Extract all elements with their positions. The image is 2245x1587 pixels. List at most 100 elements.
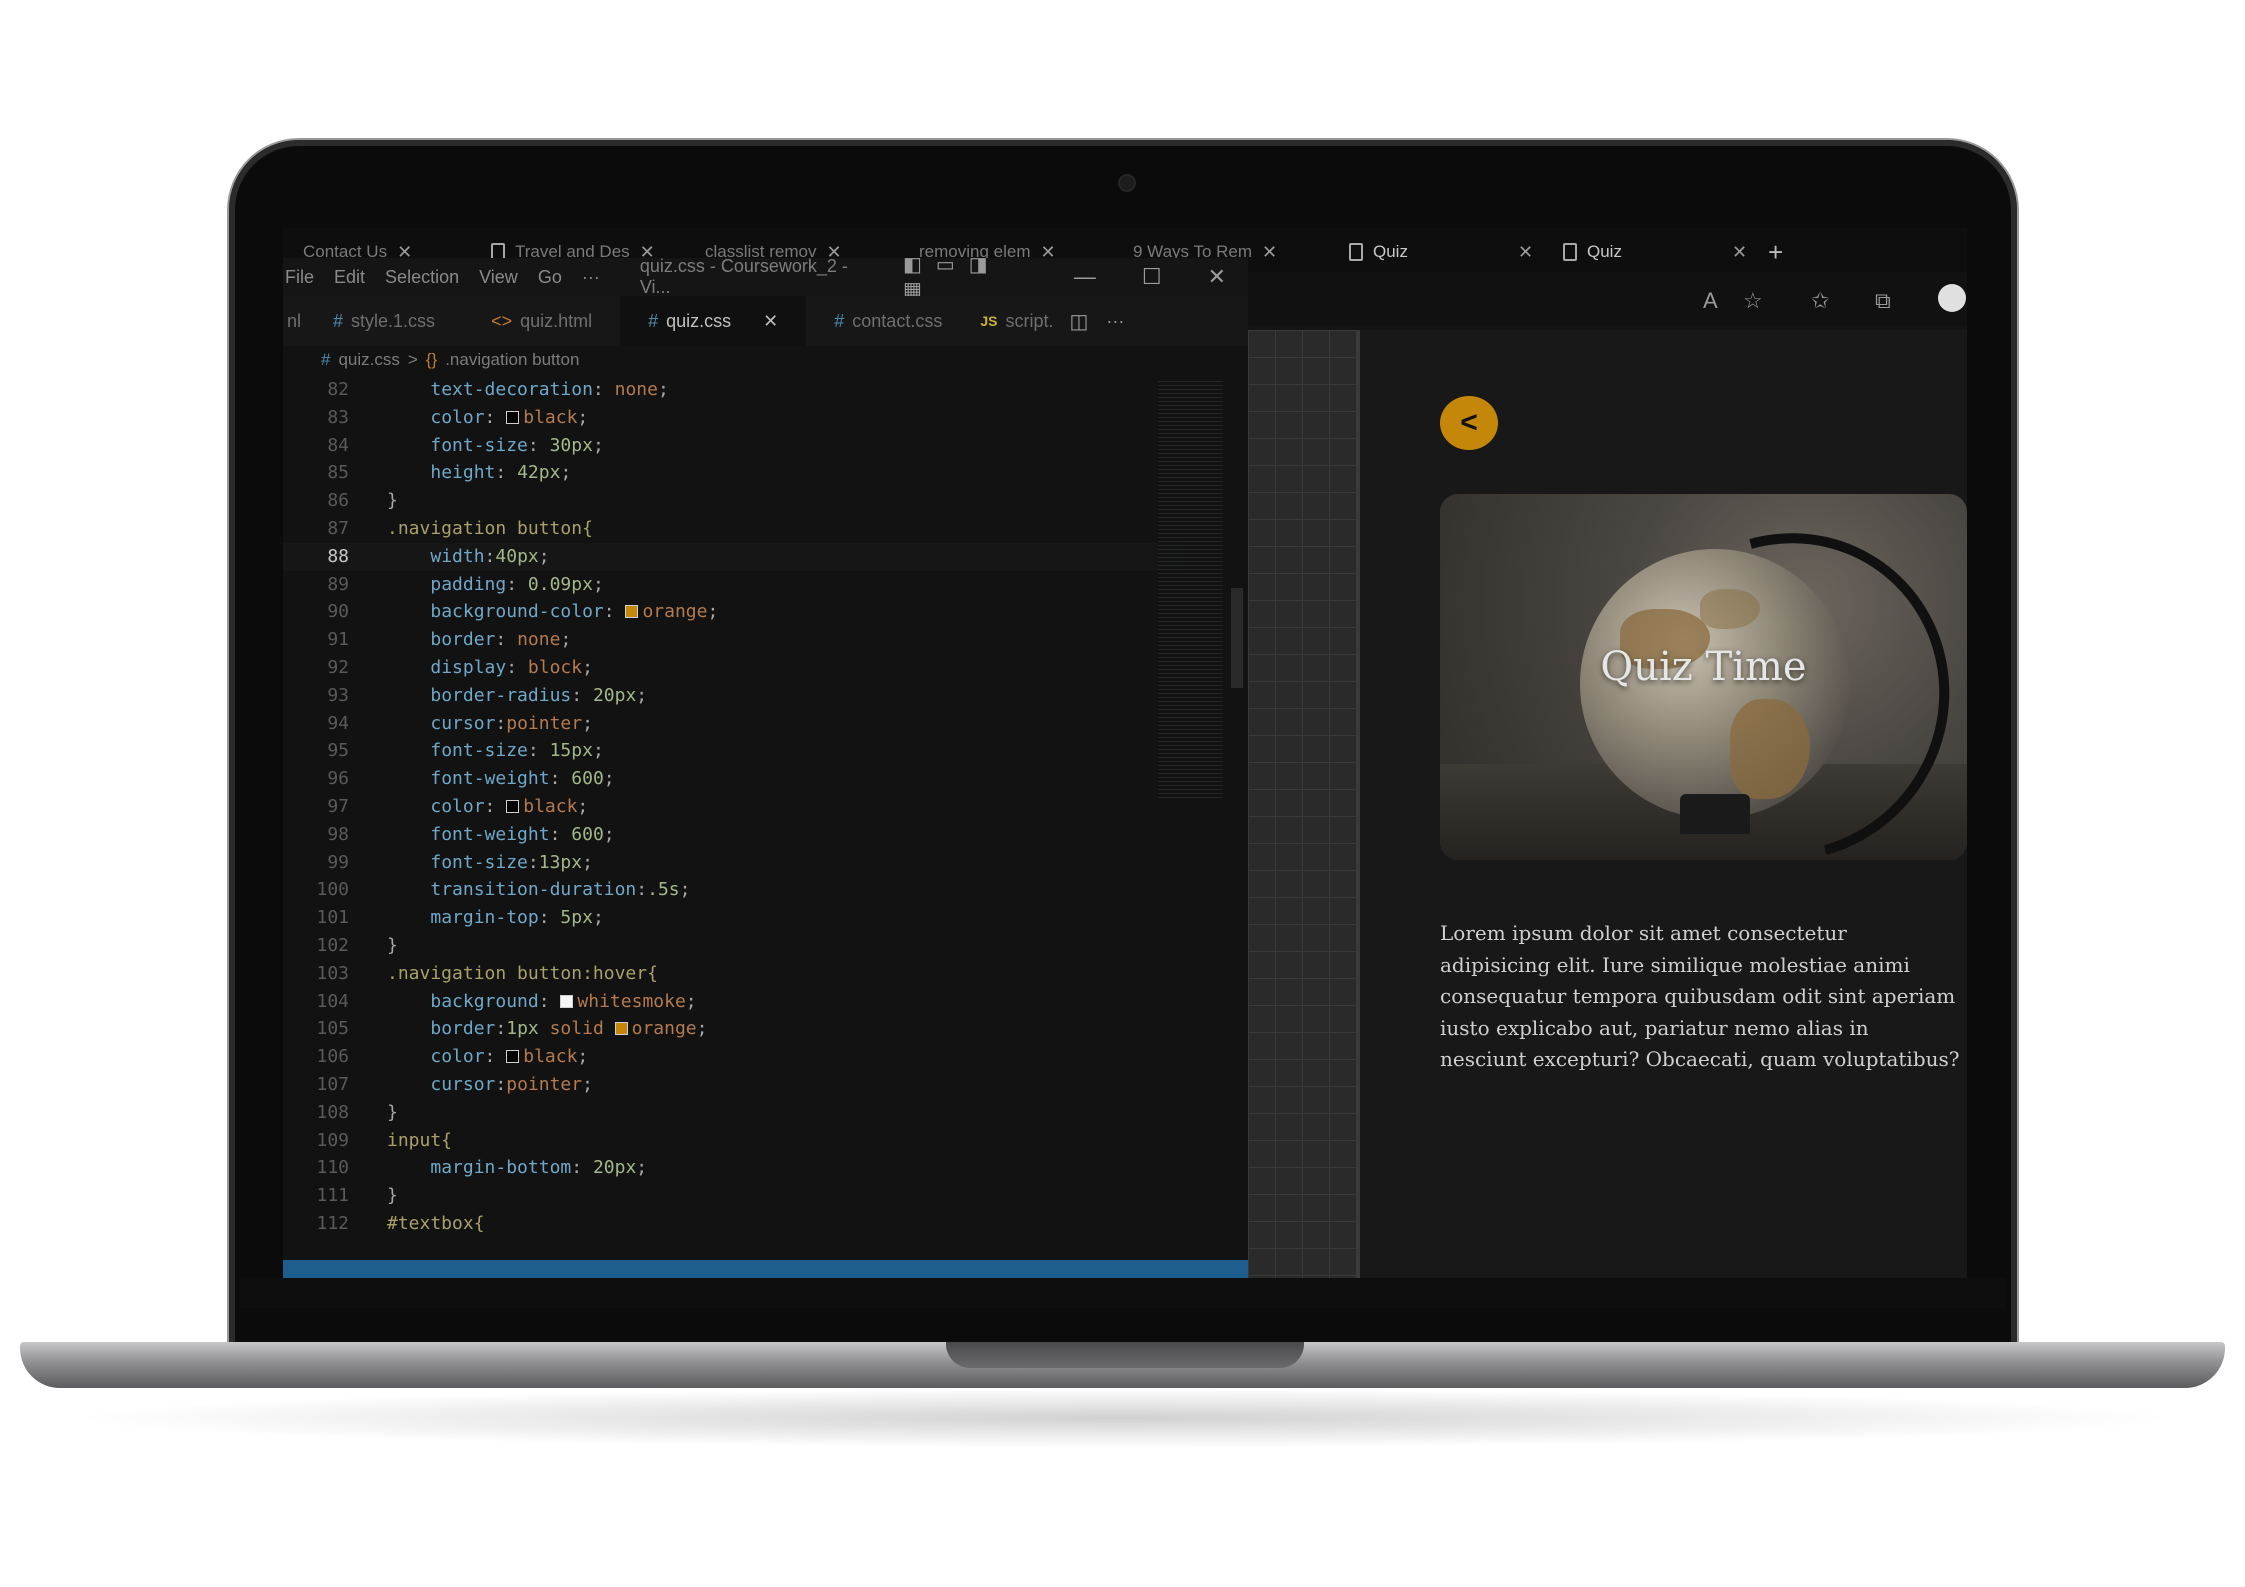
code-text: border:1px solid orange; xyxy=(430,1018,708,1040)
minimap[interactable] xyxy=(1158,378,1223,798)
code-editor[interactable]: 82 text-decoration: none; 83 color: black… xyxy=(283,376,1183,1236)
code-line[interactable]: 86} xyxy=(283,487,1183,515)
line-number: 109 xyxy=(316,1129,349,1151)
line-number: 96 xyxy=(327,768,349,790)
line-number: 106 xyxy=(316,1046,349,1068)
tab-quiz-css[interactable]: # quiz.css ✕ xyxy=(620,296,807,346)
code-line[interactable]: 103 .navigation button:hover{ xyxy=(283,960,1183,988)
code-line[interactable]: 102} xyxy=(283,932,1183,960)
code-line[interactable]: 92 display: block; xyxy=(283,654,1183,682)
line-number: 86 xyxy=(327,490,349,512)
back-button[interactable]: < xyxy=(1440,396,1498,450)
code-line[interactable]: 106 color: black; xyxy=(283,1043,1183,1071)
color-swatch[interactable] xyxy=(506,799,520,813)
line-number: 89 xyxy=(327,573,349,595)
read-aloud-icon[interactable]: A xyxy=(1703,288,1718,314)
code-line[interactable]: 110 margin-bottom: 20px; xyxy=(283,1154,1183,1182)
code-text: display: block; xyxy=(430,656,593,678)
close-icon[interactable]: ✕ xyxy=(1732,242,1747,263)
tab-nl[interactable]: nl xyxy=(283,296,305,346)
code-line[interactable]: 83 color: black; xyxy=(283,404,1183,432)
code-line[interactable]: 97 color: black; xyxy=(283,793,1183,821)
color-swatch[interactable] xyxy=(560,994,574,1008)
close-icon[interactable]: ✕ xyxy=(1262,242,1277,263)
menu-go[interactable]: Go xyxy=(538,267,562,288)
add-favorite-icon[interactable]: ☆ xyxy=(1743,288,1763,314)
close-window-icon[interactable]: ✕ xyxy=(1208,264,1226,290)
code-text: text-decoration: none; xyxy=(430,379,669,400)
code-line[interactable]: 85 height: 42px; xyxy=(283,459,1183,487)
minimize-icon[interactable]: — xyxy=(1074,264,1096,290)
line-number: 90 xyxy=(327,601,349,623)
menu-file[interactable]: File xyxy=(285,267,314,288)
breadcrumb-symbol[interactable]: .navigation button xyxy=(445,350,579,370)
line-number: 88 xyxy=(327,545,349,567)
line-number: 85 xyxy=(327,462,349,484)
code-line[interactable]: 107 cursor:pointer; xyxy=(283,1071,1183,1099)
code-line[interactable]: 88 width:40px; xyxy=(283,542,1183,571)
menu-selection[interactable]: Selection xyxy=(385,267,459,288)
code-line[interactable]: 90 background-color: orange; xyxy=(283,598,1183,626)
code-text: cursor:pointer; xyxy=(430,1073,593,1095)
favorites-icon[interactable]: ✩ xyxy=(1811,288,1829,314)
profile-avatar[interactable] xyxy=(1938,284,1966,312)
code-text: font-size: 15px; xyxy=(430,740,604,762)
symbol-icon: {} xyxy=(425,350,438,369)
collections-icon[interactable]: ⧉ xyxy=(1875,288,1891,314)
color-swatch[interactable] xyxy=(506,410,520,424)
menu-view[interactable]: View xyxy=(479,267,518,288)
new-tab-button[interactable]: + xyxy=(1768,234,1783,270)
editor-scrollbar[interactable] xyxy=(1231,588,1243,688)
line-number: 83 xyxy=(327,406,349,428)
line-number: 82 xyxy=(327,379,349,400)
menu-edit[interactable]: Edit xyxy=(334,267,365,288)
color-swatch[interactable] xyxy=(506,1050,520,1064)
css-file-icon: # xyxy=(333,310,344,331)
tab-quiz-html[interactable]: <> quiz.html xyxy=(463,296,620,346)
color-swatch[interactable] xyxy=(625,605,639,619)
code-text: font-weight: 600; xyxy=(430,768,615,790)
line-number: 91 xyxy=(327,629,349,651)
menu-more[interactable]: ··· xyxy=(582,267,600,288)
layout-icons[interactable]: ◧▭◨ ▦ xyxy=(903,252,1054,302)
browser-tab[interactable]: Quiz ✕ xyxy=(1349,234,1533,270)
code-line[interactable]: 95 font-size: 15px; xyxy=(283,737,1183,765)
code-line[interactable]: 111} xyxy=(283,1182,1183,1210)
browser-tab-active[interactable]: Quiz ✕ xyxy=(1563,234,1747,270)
tab-style-1-css[interactable]: # style.1.css xyxy=(305,296,463,346)
code-line[interactable]: 82 text-decoration: none; xyxy=(283,376,1183,404)
code-line[interactable]: 112 #textbox{ xyxy=(283,1210,1183,1236)
code-text: color: black; xyxy=(430,1046,589,1068)
code-line[interactable]: 89 padding: 0.09px; xyxy=(283,571,1183,599)
split-editor-icon[interactable]: ◫ xyxy=(1069,309,1088,334)
close-icon[interactable]: ✕ xyxy=(1518,242,1533,263)
code-text: } xyxy=(387,490,398,512)
code-line[interactable]: 96 font-weight: 600; xyxy=(283,765,1183,793)
maximize-icon[interactable]: ☐ xyxy=(1142,264,1162,290)
tab-contact-css[interactable]: # contact.css xyxy=(806,296,970,346)
code-line[interactable]: 101 margin-top: 5px; xyxy=(283,904,1183,932)
code-line[interactable]: 93 border-radius: 20px; xyxy=(283,682,1183,710)
code-line[interactable]: 98 font-weight: 600; xyxy=(283,821,1183,849)
code-line[interactable]: 108} xyxy=(283,1099,1183,1127)
code-line[interactable]: 87 .navigation button{ xyxy=(283,515,1183,543)
code-text: padding: 0.09px; xyxy=(430,573,604,595)
hero-image: Quiz Time xyxy=(1440,494,1967,860)
more-actions-icon[interactable]: ··· xyxy=(1106,311,1124,332)
grid-background xyxy=(1248,330,1360,1278)
code-text: cursor:pointer; xyxy=(430,712,593,734)
code-line[interactable]: 100 transition-duration:.5s; xyxy=(283,876,1183,904)
line-number: 112 xyxy=(316,1212,349,1234)
breadcrumb-file[interactable]: quiz.css xyxy=(338,350,399,370)
code-line[interactable]: 105 border:1px solid orange; xyxy=(283,1015,1183,1043)
code-line[interactable]: 104 background: whitesmoke; xyxy=(283,988,1183,1016)
code-line[interactable]: 94 cursor:pointer; xyxy=(283,710,1183,738)
code-line[interactable]: 99 font-size:13px; xyxy=(283,849,1183,877)
code-line[interactable]: 91 border: none; xyxy=(283,626,1183,654)
close-icon[interactable]: ✕ xyxy=(763,311,778,332)
color-swatch[interactable] xyxy=(614,1022,628,1036)
code-text: font-weight: 600; xyxy=(430,823,615,845)
code-line[interactable]: 84 font-size: 30px; xyxy=(283,432,1183,460)
tab-script[interactable]: JS script. xyxy=(970,296,1063,346)
code-line[interactable]: 109 input{ xyxy=(283,1127,1183,1155)
